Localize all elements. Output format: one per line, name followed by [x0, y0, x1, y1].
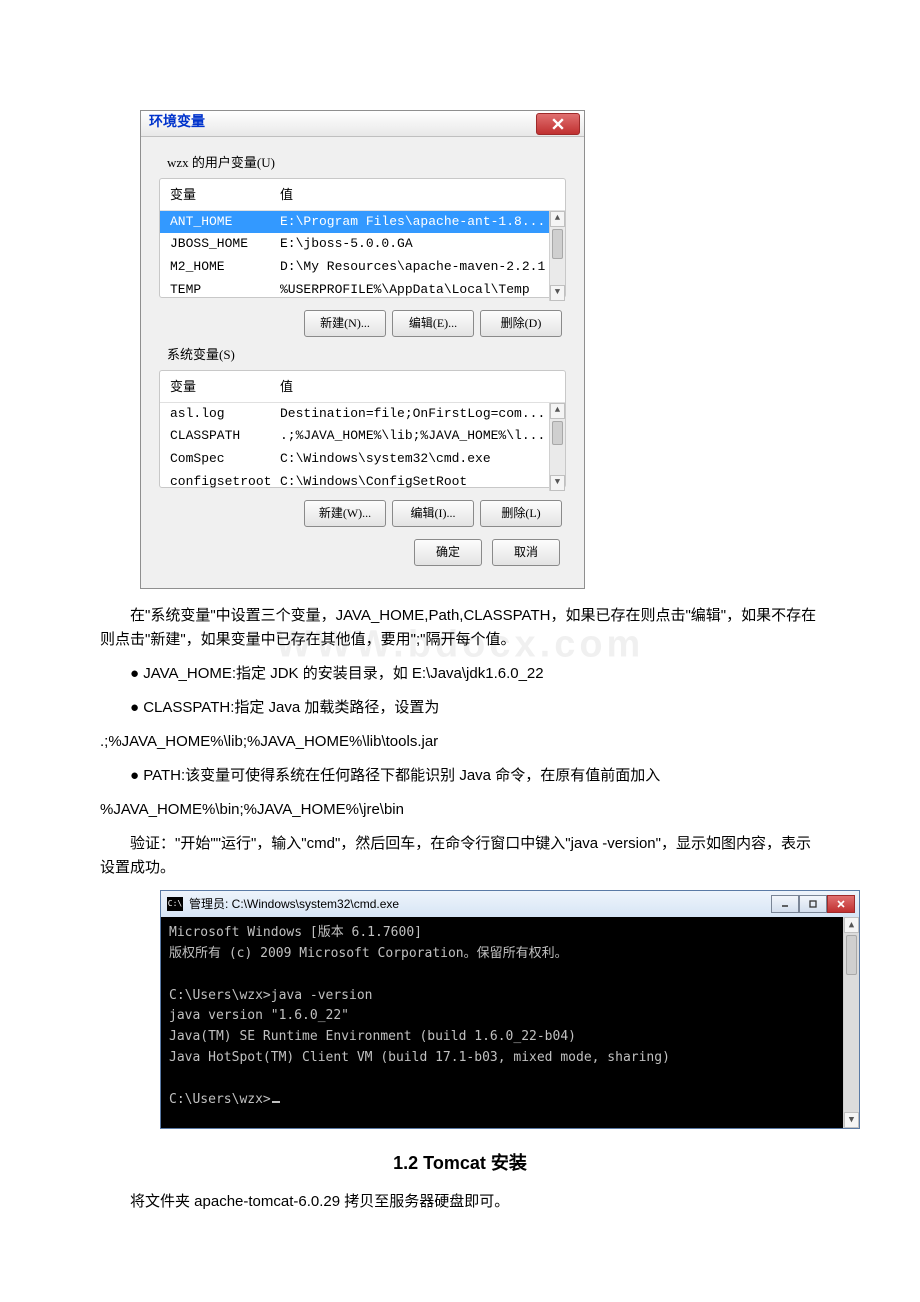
cmd-window: C:\ 管理员: C:\Windows\system32\cmd.exe Mic… — [160, 890, 860, 1129]
table-row[interactable]: asl.logDestination=file;OnFirstLog=com..… — [160, 403, 565, 426]
scroll-down-icon[interactable]: ▼ — [550, 285, 565, 301]
system-vars-label: 系统变量(S) — [167, 345, 566, 366]
close-icon[interactable] — [827, 895, 855, 913]
col-variable: 变量 — [170, 377, 280, 398]
table-row[interactable]: ComSpecC:\Windows\system32\cmd.exe — [160, 448, 565, 471]
user-vars-label: wzx 的用户变量(U) — [167, 153, 566, 174]
paragraph: 验证："开始""运行"，输入"cmd"，然后回车，在命令行窗口中键入"java … — [100, 832, 820, 880]
paragraph: ● JAVA_HOME:指定 JDK 的安装目录，如 E:\Java\jdk1.… — [100, 662, 820, 686]
scrollbar[interactable]: ▲ ▼ — [549, 211, 565, 301]
ok-button[interactable]: 确定 — [414, 539, 482, 566]
paragraph: ● CLASSPATH:指定 Java 加载类路径，设置为 — [100, 696, 820, 720]
user-delete-button[interactable]: 删除(D) — [480, 310, 562, 337]
section-heading: 1.2 Tomcat 安装 — [100, 1149, 820, 1178]
cmd-icon: C:\ — [167, 897, 183, 911]
scrollbar[interactable]: ▲ ▼ — [843, 917, 859, 1128]
sys-edit-button[interactable]: 编辑(I)... — [392, 500, 474, 527]
paragraph: ● PATH:该变量可使得系统在任何路径下都能识别 Java 命令，在原有值前面… — [100, 764, 820, 788]
sys-delete-button[interactable]: 删除(L) — [480, 500, 562, 527]
dialog-title: 环境变量 — [141, 112, 536, 134]
user-vars-table: 变量 值 ANT_HOMEE:\Program Files\apache-ant… — [159, 178, 566, 298]
paragraph: .;%JAVA_HOME%\lib;%JAVA_HOME%\lib\tools.… — [100, 730, 820, 754]
col-variable: 变量 — [170, 185, 280, 206]
user-edit-button[interactable]: 编辑(E)... — [392, 310, 474, 337]
scroll-down-icon[interactable]: ▼ — [550, 475, 565, 491]
table-row[interactable]: TEMP%USERPROFILE%\AppData\Local\Temp — [160, 279, 565, 302]
cmd-title-text: 管理员: C:\Windows\system32\cmd.exe — [189, 895, 771, 914]
system-vars-table: 变量 值 asl.logDestination=file;OnFirstLog=… — [159, 370, 566, 488]
scrollbar[interactable]: ▲ ▼ — [549, 403, 565, 491]
cmd-titlebar: C:\ 管理员: C:\Windows\system32\cmd.exe — [161, 891, 859, 917]
table-row[interactable]: M2_HOMED:\My Resources\apache-maven-2.2.… — [160, 256, 565, 279]
paragraph: 在"系统变量"中设置三个变量，JAVA_HOME,Path,CLASSPATH，… — [100, 604, 820, 652]
paragraph: 将文件夹 apache-tomcat-6.0.29 拷贝至服务器硬盘即可。 — [100, 1190, 820, 1214]
scroll-up-icon[interactable]: ▲ — [550, 403, 565, 419]
scroll-up-icon[interactable]: ▲ — [844, 917, 859, 933]
minimize-icon[interactable] — [771, 895, 799, 913]
table-row[interactable]: JBOSS_HOMEE:\jboss-5.0.0.GA — [160, 233, 565, 256]
cursor-icon — [272, 1101, 280, 1103]
cancel-button[interactable]: 取消 — [492, 539, 560, 566]
paragraph: %JAVA_HOME%\bin;%JAVA_HOME%\jre\bin — [100, 798, 820, 822]
table-row[interactable]: configsetrootC:\Windows\ConfigSetRoot — [160, 471, 565, 494]
sys-new-button[interactable]: 新建(W)... — [304, 500, 386, 527]
table-row[interactable]: ANT_HOMEE:\Program Files\apache-ant-1.8.… — [160, 211, 565, 234]
maximize-icon[interactable] — [799, 895, 827, 913]
dialog-titlebar: 环境变量 — [141, 111, 584, 137]
scroll-down-icon[interactable]: ▼ — [844, 1112, 859, 1128]
cmd-output: Microsoft Windows [版本 6.1.7600] 版权所有 (c)… — [161, 917, 859, 1128]
col-value: 值 — [280, 185, 555, 206]
env-vars-dialog: 环境变量 wzx 的用户变量(U) 变量 值 ANT_HOMEE:\Progra… — [140, 110, 585, 589]
user-new-button[interactable]: 新建(N)... — [304, 310, 386, 337]
table-row[interactable]: CLASSPATH.;%JAVA_HOME%\lib;%JAVA_HOME%\l… — [160, 425, 565, 448]
scroll-up-icon[interactable]: ▲ — [550, 211, 565, 227]
close-icon[interactable] — [536, 113, 580, 135]
col-value: 值 — [280, 377, 555, 398]
